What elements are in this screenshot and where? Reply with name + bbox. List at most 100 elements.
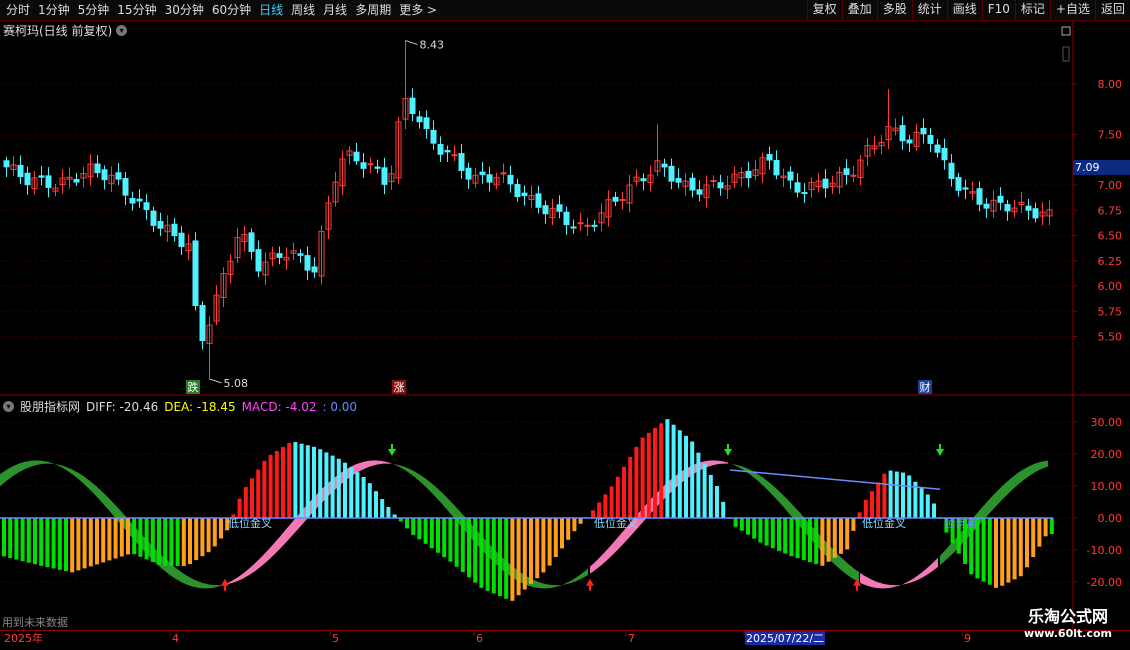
- macd-histogram-bar: [460, 518, 465, 573]
- candle-body: [423, 117, 430, 129]
- macd-histogram-bar: [318, 449, 323, 518]
- candle-body: [122, 177, 129, 196]
- candlestick-chart[interactable]: 8.00 7.50 7.00 6.75 6.50 6.25 6.00 5.75 5.50 8.43…: [0, 21, 1130, 396]
- macd-histogram-bar: [572, 518, 577, 532]
- right-tools: 复权 叠加 多股 统计 画线 F10 标记 +自选 返回: [806, 0, 1130, 20]
- period-tab[interactable]: 更多 >: [395, 0, 441, 20]
- candle-body: [1025, 205, 1032, 211]
- macd-histogram-bar: [163, 518, 168, 566]
- macd-histogram-bar: [671, 424, 676, 518]
- macd-histogram-bar: [932, 503, 936, 518]
- candle-body: [591, 224, 598, 227]
- candle-body: [437, 143, 444, 155]
- candle-body: [535, 193, 542, 208]
- low-leader: [209, 378, 222, 384]
- candle-body: [465, 167, 472, 180]
- period-tab[interactable]: 15分钟: [113, 0, 160, 20]
- macd-histogram-bar: [566, 518, 571, 540]
- macd-histogram-bar: [305, 445, 310, 518]
- candle-body: [997, 195, 1004, 203]
- macd-histogram-bar: [374, 491, 378, 518]
- macd-histogram-bar: [553, 518, 558, 557]
- macd-histogram-bar: [516, 518, 521, 596]
- macd-histogram-bar: [281, 446, 285, 518]
- macd-histogram-bar: [665, 419, 670, 518]
- toolbar-button[interactable]: +自选: [1049, 0, 1095, 20]
- macd-histogram-bar: [702, 463, 707, 518]
- price-tick-label: 6.50: [1098, 230, 1123, 243]
- candle-body: [668, 165, 675, 182]
- settings-icon[interactable]: [1061, 26, 1071, 36]
- candle-body: [430, 129, 437, 144]
- period-tab[interactable]: 分时: [2, 0, 34, 20]
- macd-histogram-bar: [814, 518, 819, 565]
- period-tab[interactable]: 30分钟: [161, 0, 208, 20]
- candle-body: [157, 221, 164, 229]
- candle-body: [458, 153, 465, 171]
- period-tab[interactable]: 月线: [319, 0, 351, 20]
- candle-body: [1032, 208, 1039, 219]
- watermark-title: 乐淘公式网: [1027, 607, 1108, 626]
- candle-body: [409, 97, 416, 115]
- macd-chart[interactable]: 30.00 20.00 10.00 0.00 -10.00 -20.00 低位金叉 低位金叉 低…: [0, 396, 1130, 630]
- macd-histogram-bar: [243, 487, 248, 518]
- macd-histogram-bar: [876, 482, 881, 518]
- macd-histogram-bar: [194, 518, 199, 561]
- period-tab[interactable]: 多周期: [351, 0, 395, 20]
- high-leader: [405, 40, 418, 46]
- toolbar-button[interactable]: 多股: [876, 0, 912, 20]
- macd-histogram-bar: [708, 474, 713, 518]
- toolbar-button[interactable]: 返回: [1094, 0, 1130, 20]
- period-tab[interactable]: 日线: [255, 0, 287, 20]
- macd-tick-label: -10.00: [1087, 544, 1122, 557]
- toolbar-button[interactable]: F10: [981, 0, 1015, 20]
- macd-histogram-bar: [51, 518, 56, 569]
- macd-histogram-bar: [411, 518, 416, 535]
- period-tab[interactable]: 周线: [287, 0, 319, 20]
- macd-histogram-bar: [659, 423, 664, 518]
- macd-histogram-bar: [770, 518, 775, 549]
- macd-histogram-bar: [801, 518, 806, 561]
- macd-histogram-bar: [14, 518, 19, 560]
- sell-arrow-icon: [936, 449, 944, 456]
- date-label: 4: [172, 632, 179, 645]
- macd-histogram-bar: [386, 506, 391, 518]
- macd-histogram-bar: [380, 499, 385, 518]
- macd-histogram-bar: [1000, 518, 1005, 586]
- candle-body: [150, 210, 157, 226]
- period-tab[interactable]: 5分钟: [74, 0, 114, 20]
- macd-histogram-bar: [442, 518, 447, 558]
- toolbar-button[interactable]: 复权: [806, 0, 842, 20]
- scroll-icon[interactable]: [1062, 46, 1070, 62]
- macd-histogram-bar: [367, 483, 372, 518]
- macd-histogram-bar: [1043, 518, 1048, 537]
- toolbar-button[interactable]: 标记: [1014, 0, 1050, 20]
- macd-histogram-bar: [157, 518, 161, 565]
- macd-histogram-bar: [696, 452, 701, 518]
- macd-band-pink: [860, 557, 938, 589]
- date-label: 2025/07/22/二: [746, 632, 824, 645]
- macd-histogram-bar: [845, 518, 850, 550]
- candle-body: [374, 166, 381, 169]
- candle-body: [367, 163, 374, 166]
- toolbar-button[interactable]: 画线: [946, 0, 982, 20]
- candle-body: [311, 266, 318, 273]
- buy-arrow-icon: [221, 578, 229, 586]
- period-tab[interactable]: 60分钟: [208, 0, 255, 20]
- toolbar-button[interactable]: 统计: [911, 0, 947, 20]
- period-tab[interactable]: 1分钟: [34, 0, 74, 20]
- candle-body: [500, 172, 507, 175]
- macd-histogram-bar: [522, 518, 527, 590]
- candle-body: [794, 182, 801, 193]
- macd-histogram-bar: [721, 501, 726, 518]
- macd-histogram-bar: [169, 518, 174, 566]
- macd-histogram-bar: [733, 518, 738, 527]
- macd-histogram-bar: [200, 518, 205, 557]
- macd-histogram-bar: [1031, 518, 1036, 557]
- macd-histogram-bar: [640, 437, 645, 518]
- macd-histogram-bar: [1006, 518, 1011, 583]
- macd-tick-label: 0.00: [1098, 512, 1123, 525]
- future-data-note: 用到未来数据: [2, 616, 68, 629]
- toolbar-button[interactable]: 叠加: [841, 0, 877, 20]
- macd-histogram-bar: [479, 518, 484, 588]
